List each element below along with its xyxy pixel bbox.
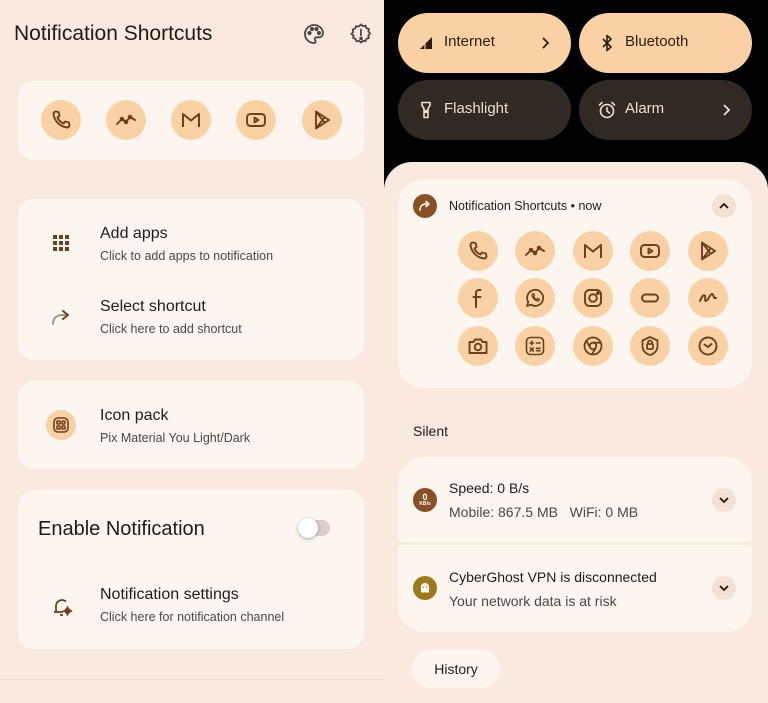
vpn-notification[interactable]: CyberGhost VPN is disconnected Your netw…: [398, 545, 752, 632]
whatsapp-icon[interactable]: [515, 278, 555, 318]
expand-button[interactable]: [712, 488, 736, 512]
camera-icon[interactable]: [458, 326, 498, 366]
collapse-button[interactable]: [712, 194, 736, 218]
chrome-icon[interactable]: [573, 326, 613, 366]
settings-icon[interactable]: [349, 22, 373, 46]
vpn-subtitle: Your network data is at risk: [449, 593, 617, 609]
facebook-icon[interactable]: [458, 278, 498, 318]
notification-settings-subtitle: Click here for notification channel: [100, 610, 285, 624]
flashlight-icon: [421, 101, 431, 119]
clock-icon[interactable]: [688, 326, 728, 366]
grid-icon: [47, 229, 75, 257]
signal-icon: [420, 37, 432, 49]
tile-alarm-label: Alarm: [625, 100, 665, 117]
select-shortcut-subtitle: Click here to add shortcut: [100, 322, 242, 336]
speed-mobile: Mobile: 867.5 MB: [449, 504, 558, 520]
squiggle-icon[interactable]: [688, 278, 728, 318]
apps-shortcut-card: Add apps Click to add apps to notificati…: [18, 199, 364, 360]
chevron-up-icon: [719, 202, 729, 209]
icon-pack-subtitle: Pix Material You Light/Dark: [100, 431, 251, 445]
bluetooth-icon: [602, 34, 612, 52]
play-store-icon[interactable]: [688, 231, 728, 271]
speed-details: Mobile: 867.5 MB WiFi: 0 MB: [449, 504, 638, 520]
speed-badge-icon: 0 KB/s: [413, 488, 437, 512]
calculator-icon[interactable]: [515, 326, 555, 366]
chevron-right-icon: [723, 104, 731, 116]
tile-flashlight-label: Flashlight: [444, 100, 509, 117]
speed-notification[interactable]: 0 KB/s Speed: 0 B/s Mobile: 867.5 MB WiF…: [398, 457, 752, 542]
icon-pack-icon: [46, 410, 76, 440]
icon-pack-card[interactable]: Icon pack Pix Material You Light/Dark: [18, 381, 364, 469]
page-title: Notification Shortcuts: [14, 22, 213, 45]
toggle-knob: [298, 518, 318, 538]
phone-icon[interactable]: [41, 100, 81, 140]
speed-wifi: WiFi: 0 MB: [569, 504, 639, 520]
shortcut-icons-card: [18, 81, 364, 160]
icon-pack-title: Icon pack: [100, 407, 169, 424]
notification-app-name: Notification Shortcuts: [449, 199, 568, 213]
gmail-icon[interactable]: [573, 231, 613, 271]
tile-alarm[interactable]: Alarm: [579, 80, 752, 140]
tile-flashlight[interactable]: Flashlight: [398, 80, 571, 140]
bell-gear-icon: [48, 593, 76, 621]
shortcuts-notification[interactable]: Notification Shortcuts • now: [398, 179, 752, 388]
select-shortcut-title: Select shortcut: [100, 298, 206, 315]
phone-icon[interactable]: [458, 231, 498, 271]
chevron-right-icon: [542, 37, 550, 49]
gmail-icon[interactable]: [171, 100, 211, 140]
add-apps-row[interactable]: Add apps Click to add apps to notificati…: [18, 199, 364, 279]
chevron-down-icon: [719, 585, 729, 592]
share-arrow-icon: [413, 194, 437, 218]
notification-separator: •: [570, 199, 575, 213]
notification-settings-row[interactable]: Notification settings Click here for not…: [18, 566, 364, 646]
play-store-icon[interactable]: [302, 100, 342, 140]
ghost-icon: [413, 576, 437, 600]
tile-bluetooth[interactable]: Bluetooth: [579, 13, 752, 73]
tile-internet[interactable]: Internet: [398, 13, 571, 73]
notification-card: Enable Notification Notification setting…: [18, 490, 364, 649]
youtube-icon[interactable]: [236, 100, 276, 140]
shield-icon[interactable]: [630, 326, 670, 366]
speed-title: Speed: 0 B/s: [449, 480, 530, 496]
pill-icon[interactable]: [630, 278, 670, 318]
expand-button[interactable]: [712, 576, 736, 600]
history-button[interactable]: History: [412, 650, 500, 688]
stock-chart-icon[interactable]: [515, 231, 555, 271]
speed-badge-unit: KB/s: [419, 501, 431, 507]
add-apps-title: Add apps: [100, 225, 168, 242]
tile-bluetooth-label: Bluetooth: [625, 33, 689, 50]
notification-time: now: [578, 199, 602, 213]
select-shortcut-row[interactable]: Select shortcut Click here to add shortc…: [18, 279, 364, 359]
instagram-icon[interactable]: [573, 278, 613, 318]
notification-header: Notification Shortcuts • now: [449, 199, 601, 213]
add-apps-subtitle: Click to add apps to notification: [100, 249, 274, 263]
alarm-icon: [598, 101, 616, 119]
section-silent-label: Silent: [413, 423, 449, 439]
divider: [0, 679, 384, 680]
vpn-title: CyberGhost VPN is disconnected: [449, 569, 657, 585]
chevron-down-icon: [719, 497, 729, 504]
enable-notification-toggle[interactable]: [298, 518, 330, 538]
notification-settings-title: Notification settings: [100, 586, 239, 603]
palette-icon[interactable]: [302, 22, 326, 46]
stock-chart-icon[interactable]: [106, 100, 146, 140]
enable-notification-label: Enable Notification: [38, 518, 205, 540]
tile-internet-label: Internet: [444, 33, 495, 50]
youtube-icon[interactable]: [630, 231, 670, 271]
notification-shade: Internet Bluetooth Flashlight Alarm Noti…: [384, 0, 768, 703]
shortcut-arrow-icon: [47, 303, 75, 331]
app-screen: Notification Shortcuts Add apps Click to…: [0, 0, 384, 703]
